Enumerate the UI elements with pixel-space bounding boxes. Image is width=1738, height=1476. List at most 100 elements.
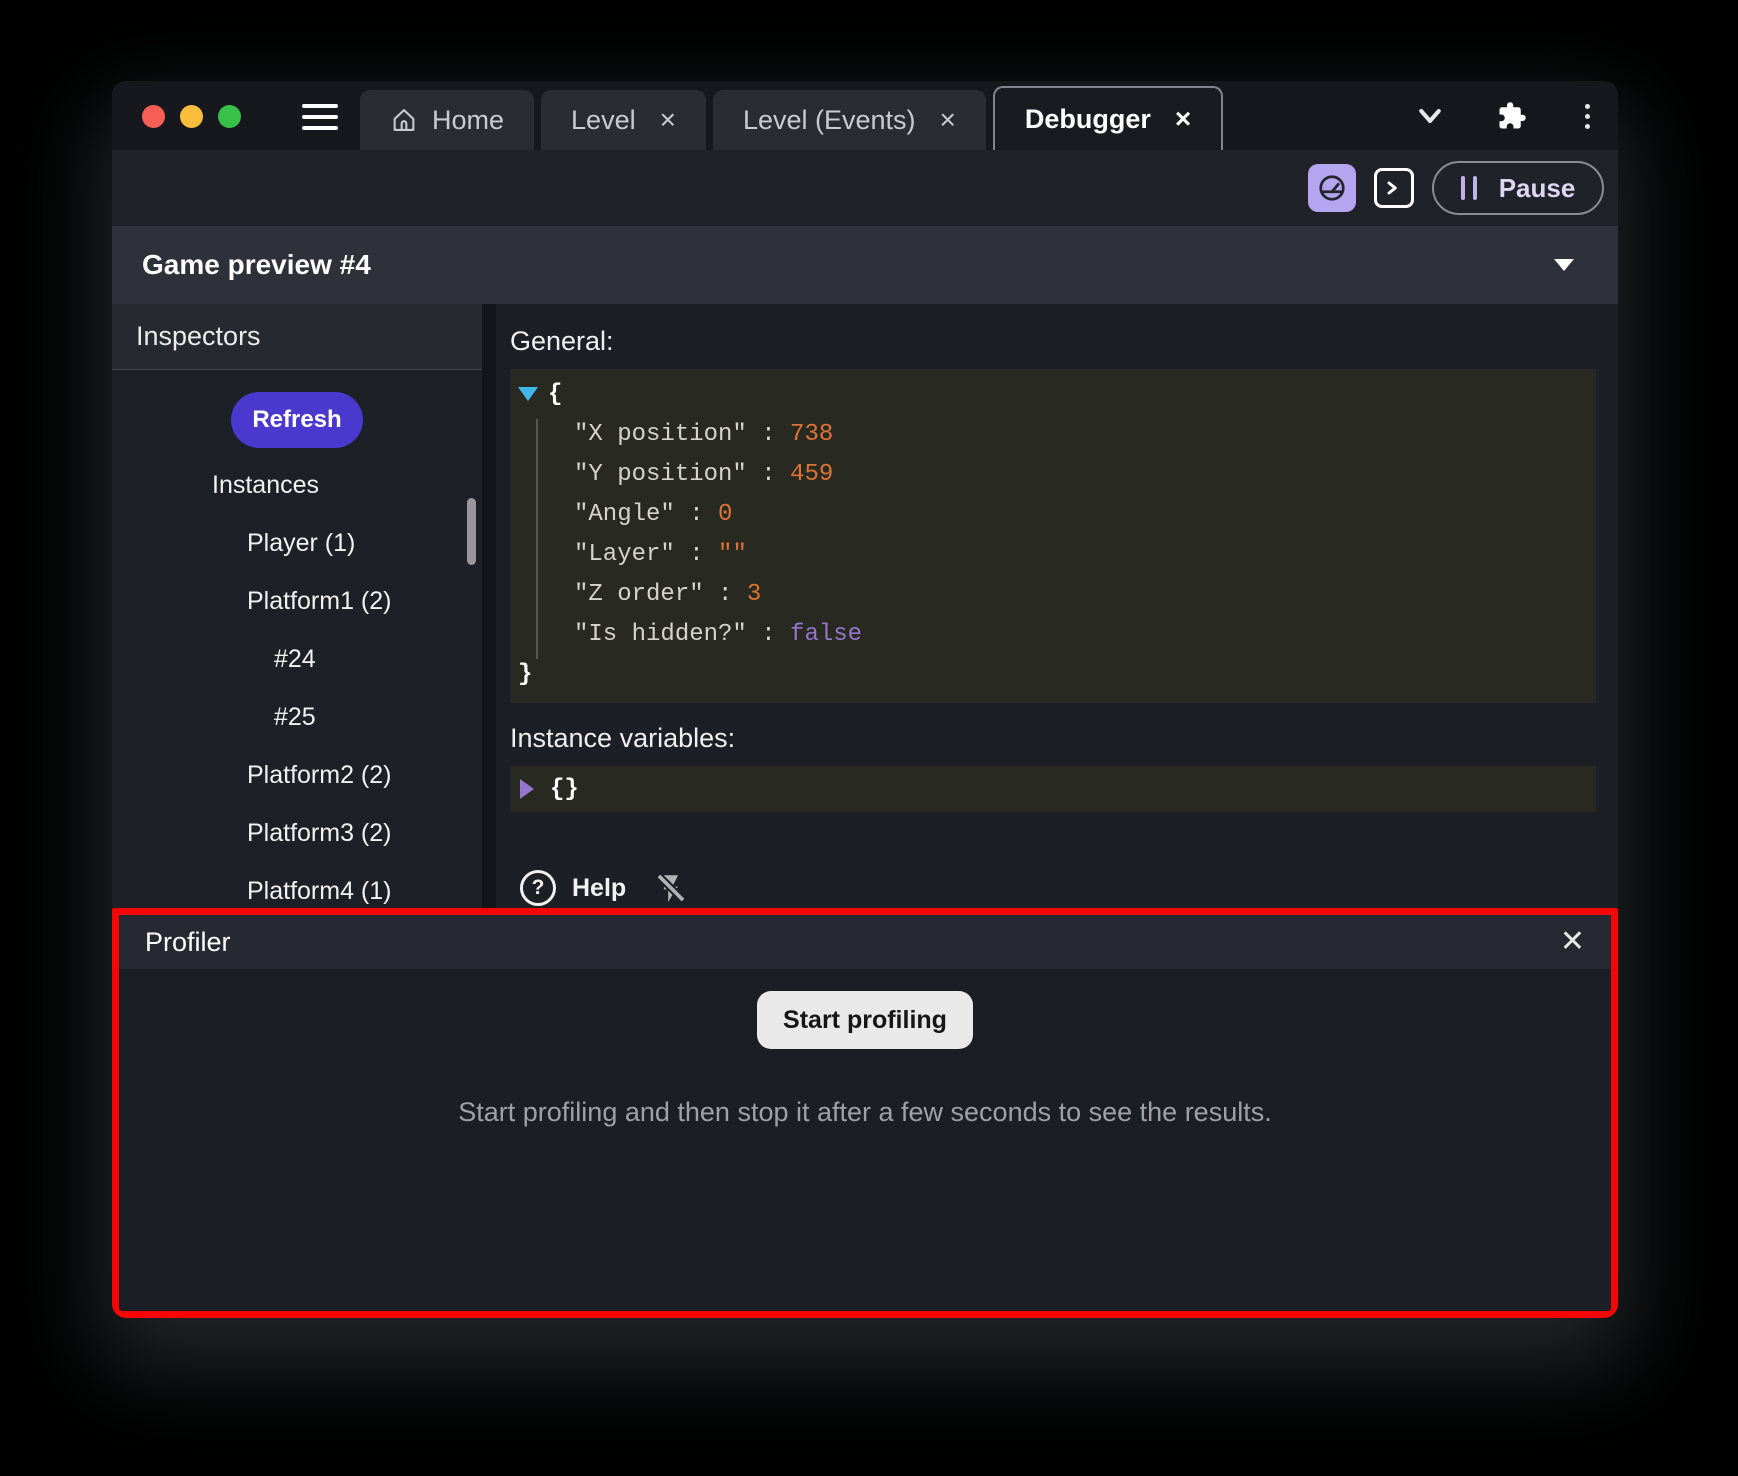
tab-label: Debugger <box>1025 104 1151 135</box>
property-key: "X position" <box>574 421 747 448</box>
tab-label: Level (Events) <box>743 105 916 136</box>
tabbar-actions <box>1415 101 1596 131</box>
main-area: Inspectors Refresh Instances Player (1) Pl… <box>112 304 1618 908</box>
general-section-label: General: <box>510 326 1596 357</box>
tree-item-platform4-1[interactable]: Platform4 (1) <box>112 862 482 908</box>
gauge-icon <box>1317 173 1347 203</box>
profiler-title: Profiler <box>145 927 231 958</box>
pause-button[interactable]: Pause <box>1432 161 1604 215</box>
property-row-y-position: "Y position" : 459 <box>518 455 1596 495</box>
profiler-panel: Profiler ✕ Start profiling Start profili… <box>112 908 1618 1318</box>
property-separator: : <box>747 621 790 648</box>
instances-tree: Instances Player (1) Platform1 (2) #24 #25 Pl… <box>112 456 482 908</box>
tree-item-platform1-2[interactable]: Platform1 (2) <box>112 572 482 630</box>
tree-item-24[interactable]: #24 <box>112 630 482 688</box>
tab-bar: Home Level × Level (Events) × Debugger × <box>112 81 1618 150</box>
tree-item-label: Platform3 (2) <box>247 819 391 848</box>
maximize-window-button[interactable] <box>218 105 241 128</box>
tab-close-icon[interactable]: × <box>1175 103 1191 135</box>
start-profiling-button[interactable]: Start profiling <box>757 991 973 1049</box>
more-options-icon[interactable] <box>1579 104 1596 129</box>
property-row-z-order: "Z order" : 3 <box>518 575 1596 615</box>
property-value: false <box>790 621 862 648</box>
tree-item-25[interactable]: #25 <box>112 688 482 746</box>
tree-item-platform2-2[interactable]: Platform2 (2) <box>112 746 482 804</box>
property-value: 459 <box>790 461 833 488</box>
inspectors-title: Inspectors <box>136 321 261 352</box>
sidebar-scrollbar-thumb[interactable] <box>467 498 476 565</box>
property-row-angle: "Angle" : 0 <box>518 495 1596 535</box>
property-row-is-hidden: "Is hidden?" : false <box>518 615 1596 655</box>
tab-debugger[interactable]: Debugger × <box>993 86 1223 150</box>
refresh-button[interactable]: Refresh <box>231 392 363 448</box>
tree-item-label: Platform4 (1) <box>247 877 391 906</box>
general-properties-block: { "X position" : 738"Y position" : 459"A… <box>510 369 1596 703</box>
flash-off-icon[interactable] <box>654 871 688 905</box>
instance-variables-label: Instance variables: <box>510 723 1596 754</box>
panel-divider <box>482 304 496 908</box>
variables-value: {} <box>550 776 579 803</box>
inspectors-header: Inspectors <box>112 304 482 370</box>
tree-item-instances[interactable]: Instances <box>112 456 482 514</box>
object-open-row: { <box>518 375 1596 415</box>
extensions-puzzle-icon[interactable] <box>1497 101 1527 131</box>
help-icon[interactable]: ? <box>520 870 556 906</box>
property-value: 738 <box>790 421 833 448</box>
inspector-content: General: { "X position" : 738"Y position… <box>496 304 1618 908</box>
tab-close-icon[interactable]: × <box>660 104 676 136</box>
tab-close-icon[interactable]: × <box>940 104 956 136</box>
tab-label: Home <box>432 105 504 136</box>
property-key: "Layer" <box>574 541 675 568</box>
chevron-down-icon[interactable] <box>1415 101 1445 131</box>
open-brace: { <box>548 381 562 408</box>
tab-level[interactable]: Level × <box>541 90 706 150</box>
pause-button-label: Pause <box>1499 173 1576 204</box>
property-row-x-position: "X position" : 738 <box>518 415 1596 455</box>
property-separator: : <box>747 461 790 488</box>
terminal-prompt-icon <box>1384 178 1404 198</box>
pause-icon <box>1461 176 1477 200</box>
game-preview-title: Game preview #4 <box>142 249 371 281</box>
collapse-triangle-icon[interactable] <box>1554 259 1574 271</box>
tab-home[interactable]: Home <box>360 90 534 150</box>
main-menu-icon[interactable] <box>302 104 338 130</box>
tree-item-label: Player (1) <box>247 529 355 558</box>
instance-variables-block: {} <box>510 766 1596 812</box>
desktop-background: Home Level × Level (Events) × Debugger × <box>0 0 1738 1476</box>
tree-item-label: Platform2 (2) <box>247 761 391 790</box>
help-label[interactable]: Help <box>572 874 626 903</box>
profiler-body: Start profiling Start profiling and then… <box>119 969 1611 1311</box>
property-key: "Z order" <box>574 581 704 608</box>
tree-item-label: #25 <box>274 703 316 732</box>
traffic-lights <box>142 105 241 128</box>
close-brace: } <box>518 661 532 688</box>
profiler-close-icon[interactable]: ✕ <box>1560 927 1585 957</box>
tree-item-label: Platform1 (2) <box>247 587 391 616</box>
tab-strip: Home Level × Level (Events) × Debugger × <box>360 81 1230 150</box>
tree-guide-line <box>536 419 538 659</box>
expander-closed-icon[interactable] <box>520 779 534 799</box>
expander-open-icon[interactable] <box>518 387 538 401</box>
tree-item-label: #24 <box>274 645 316 674</box>
property-value: "" <box>718 541 747 568</box>
console-button[interactable] <box>1374 168 1414 208</box>
property-separator: : <box>747 421 790 448</box>
minimize-window-button[interactable] <box>180 105 203 128</box>
tree-item-label: Instances <box>212 471 319 500</box>
help-row: ? Help <box>510 870 1596 906</box>
profiler-instructions: Start profiling and then stop it after a… <box>458 1097 1271 1128</box>
property-separator: : <box>675 541 718 568</box>
home-icon <box>390 106 418 134</box>
game-preview-header[interactable]: Game preview #4 <box>112 226 1618 304</box>
property-key: "Is hidden?" <box>574 621 747 648</box>
tree-item-platform3-2[interactable]: Platform3 (2) <box>112 804 482 862</box>
debugger-toolbar: Pause <box>112 150 1618 226</box>
close-window-button[interactable] <box>142 105 165 128</box>
object-close-row: } <box>518 655 1596 695</box>
app-window: Home Level × Level (Events) × Debugger × <box>112 81 1618 1318</box>
tree-item-player-1[interactable]: Player (1) <box>112 514 482 572</box>
tab-label: Level <box>571 105 636 136</box>
tab-level-events[interactable]: Level (Events) × <box>713 90 986 150</box>
profiler-toggle-button[interactable] <box>1308 164 1356 212</box>
inspectors-sidebar: Inspectors Refresh Instances Player (1) Pl… <box>112 304 482 908</box>
